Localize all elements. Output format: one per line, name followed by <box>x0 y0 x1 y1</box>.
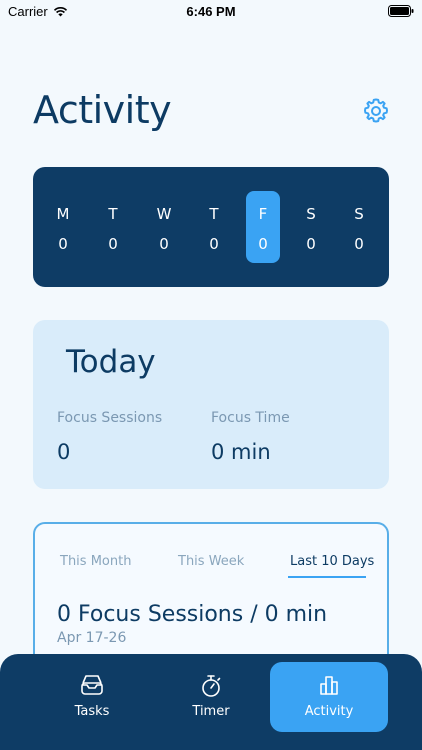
day-count: 0 <box>258 235 268 253</box>
day-thursday[interactable]: T 0 <box>197 191 231 263</box>
focus-time-value: 0 min <box>211 440 271 464</box>
settings-button[interactable] <box>362 97 390 125</box>
tab-last-10-days[interactable]: Last 10 Days <box>290 554 374 569</box>
bottom-tab-bar: Tasks Timer Activity <box>0 654 422 750</box>
day-letter: F <box>258 205 268 223</box>
day-letter: S <box>306 205 316 223</box>
day-count: 0 <box>354 235 364 253</box>
today-title: Today <box>66 344 156 380</box>
gear-icon <box>364 98 388 123</box>
day-count: 0 <box>159 235 169 253</box>
day-letter: S <box>354 205 364 223</box>
tabbar-label-tasks: Tasks <box>74 704 110 719</box>
tabbar-label-timer: Timer <box>192 704 230 719</box>
tab-this-week[interactable]: This Week <box>178 554 244 569</box>
day-count: 0 <box>209 235 219 253</box>
day-letter: T <box>108 205 118 223</box>
today-card: Today Focus Sessions 0 Focus Time 0 min <box>33 320 389 489</box>
day-letter: M <box>56 205 70 223</box>
tabbar-item-timer[interactable]: Timer <box>152 662 270 732</box>
day-count: 0 <box>58 235 68 253</box>
day-monday[interactable]: M 0 <box>46 191 80 263</box>
day-friday[interactable]: F 0 <box>246 191 280 263</box>
inbox-tray-icon <box>81 675 103 695</box>
tabbar-item-activity[interactable]: Activity <box>270 662 388 732</box>
bar-chart-icon <box>320 676 338 695</box>
day-letter: T <box>209 205 219 223</box>
status-bar: Carrier 6:46 PM <box>0 0 422 22</box>
week-overview-card: M 0 T 0 W 0 T 0 F 0 S 0 S 0 <box>33 167 389 287</box>
tabbar-label-activity: Activity <box>304 704 354 719</box>
active-tab-indicator <box>288 576 366 578</box>
day-wednesday[interactable]: W 0 <box>147 191 181 263</box>
day-sunday[interactable]: S 0 <box>342 191 376 263</box>
summary-date-range: Apr 17-26 <box>57 630 127 646</box>
day-count: 0 <box>306 235 316 253</box>
summary-headline: 0 Focus Sessions / 0 min <box>57 602 328 627</box>
battery-icon <box>388 5 414 17</box>
focus-time-label: Focus Time <box>211 410 290 426</box>
day-letter: W <box>156 205 172 223</box>
page-title: Activity <box>33 88 172 132</box>
focus-sessions-value: 0 <box>57 440 71 464</box>
day-count: 0 <box>108 235 118 253</box>
day-saturday[interactable]: S 0 <box>294 191 328 263</box>
status-time: 6:46 PM <box>186 4 236 19</box>
tabbar-item-tasks[interactable]: Tasks <box>33 662 151 732</box>
tab-this-month[interactable]: This Month <box>60 554 131 569</box>
day-tuesday[interactable]: T 0 <box>96 191 130 263</box>
focus-sessions-label: Focus Sessions <box>57 410 163 426</box>
stopwatch-icon <box>202 675 221 697</box>
